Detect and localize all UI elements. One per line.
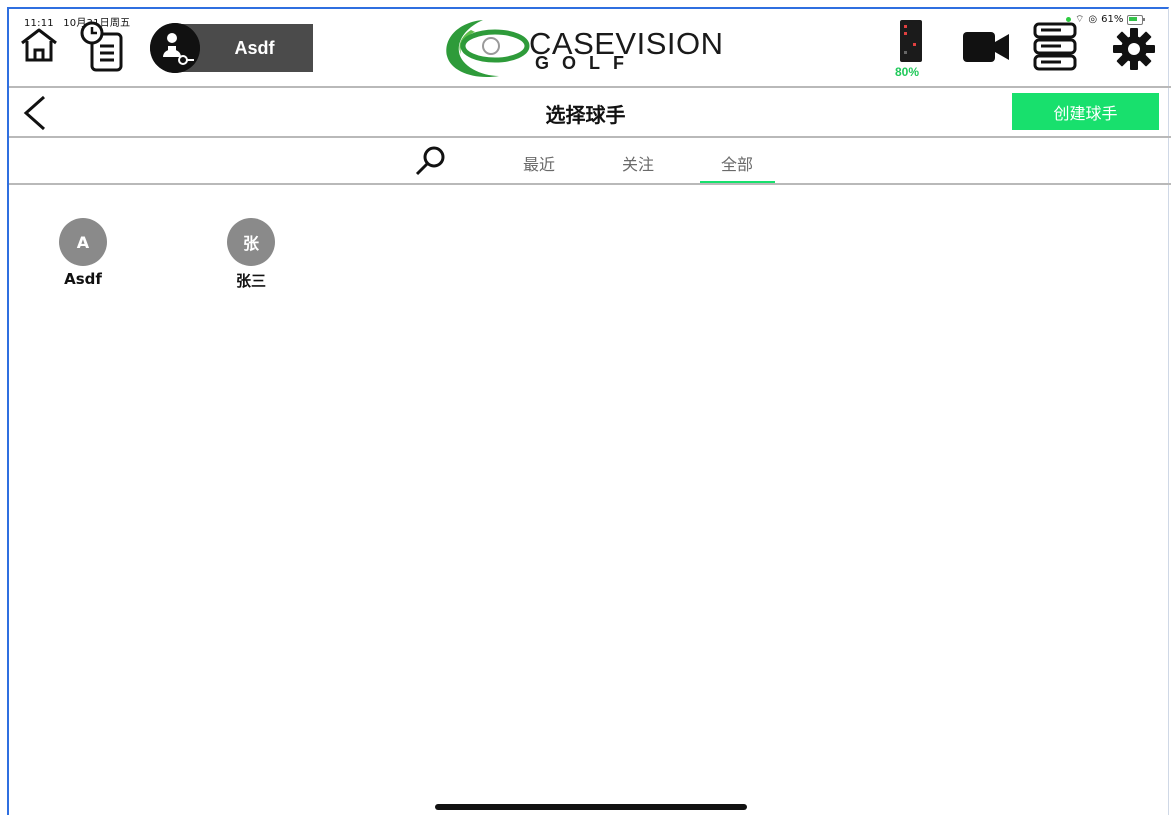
current-user-badge[interactable]: Asdf [150, 23, 313, 73]
player-initial: 张 [242, 234, 259, 253]
history-icon[interactable] [79, 20, 127, 74]
brand-logo: CASEVISION GOLF [441, 14, 751, 80]
tab-following[interactable]: 关注 [603, 151, 673, 175]
brand-subtitle: GOLF [535, 53, 637, 73]
home-icon[interactable] [18, 26, 60, 64]
app-frame [7, 7, 1169, 815]
battery-icon [1127, 14, 1146, 25]
tab-recent[interactable]: 最近 [504, 151, 574, 175]
orientation-lock-icon: ◎ [1088, 14, 1098, 25]
server-icon[interactable] [1033, 22, 1077, 72]
create-player-button[interactable]: 创建球手 [1012, 93, 1159, 130]
user-key-icon [150, 23, 200, 73]
player-card[interactable]: 张 张三 [216, 218, 286, 291]
page-title: 选择球手 [545, 103, 626, 127]
header-divider [9, 86, 1171, 88]
tabs-divider [9, 183, 1171, 185]
player-initial: A [76, 232, 90, 252]
device-icon[interactable] [899, 19, 923, 63]
brand-swoosh-icon [446, 20, 530, 78]
player-card[interactable]: A Asdf [48, 218, 118, 288]
title-divider [9, 136, 1171, 138]
player-name: Asdf [64, 270, 102, 288]
player-avatar: 张 [227, 218, 275, 266]
status-bar-right: ⌔ ◎ 61% [1066, 13, 1146, 26]
home-indicator[interactable] [435, 804, 747, 810]
tab-all[interactable]: 全部 [702, 151, 772, 175]
search-icon[interactable] [414, 145, 448, 177]
player-name: 张三 [235, 272, 266, 290]
camera-icon[interactable] [962, 30, 1010, 64]
device-battery-level: 80% [895, 65, 920, 79]
status-battery: 61% [1101, 14, 1124, 25]
gear-icon[interactable] [1112, 27, 1156, 71]
player-avatar: A [59, 218, 107, 266]
